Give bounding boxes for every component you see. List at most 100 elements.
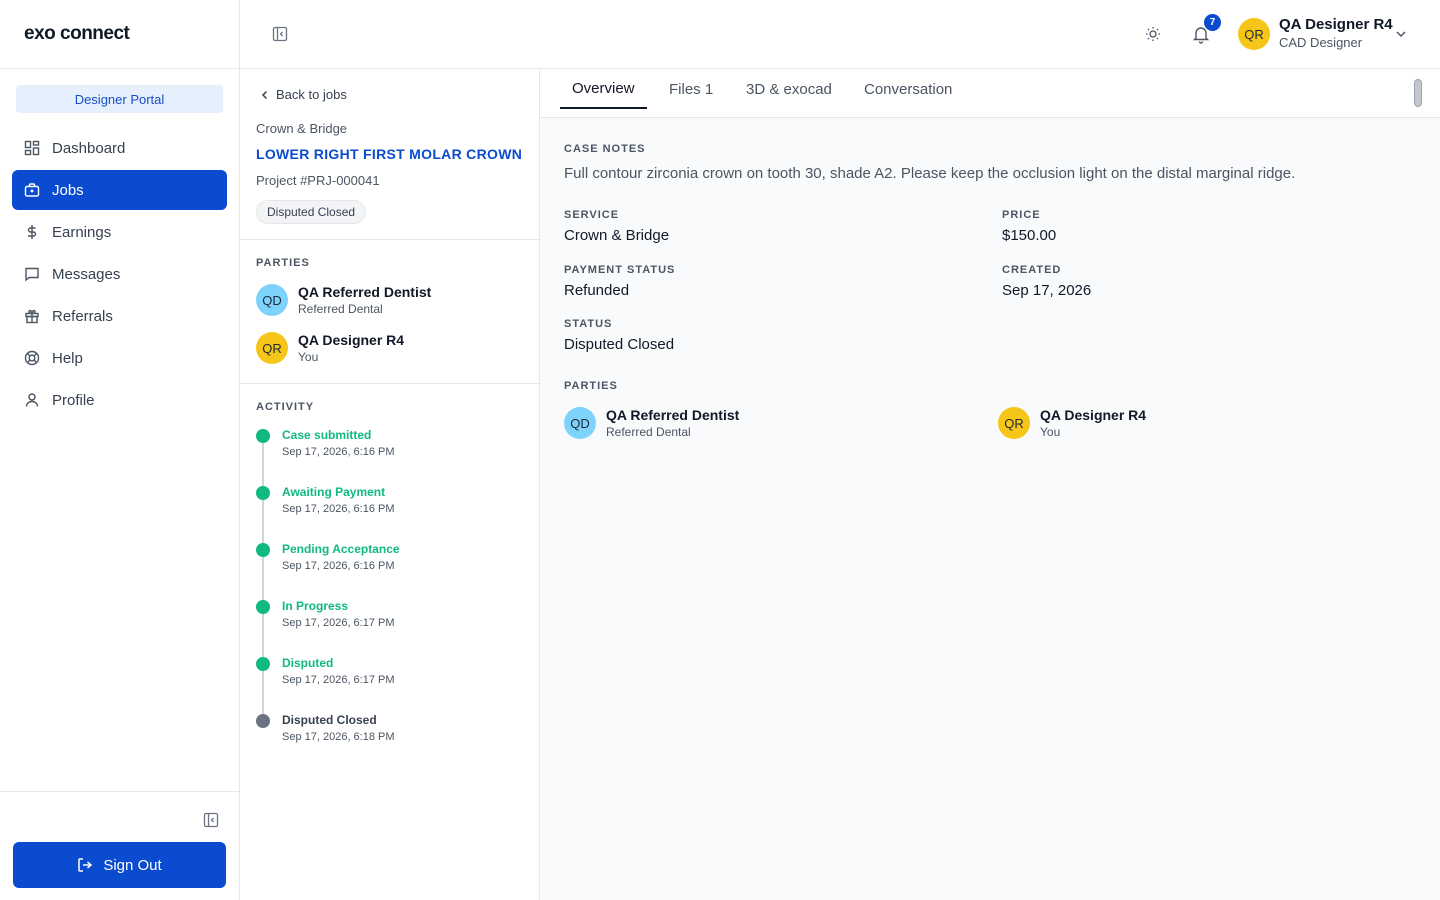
sidebar-item-label: Profile (52, 391, 95, 409)
timeline-title: Awaiting Payment (282, 485, 386, 499)
field-value: Crown & Bridge (564, 227, 670, 244)
sidebar-item-referrals[interactable]: Referrals (12, 296, 227, 336)
timeline-dot (256, 657, 270, 671)
sidebar-toggle-icon[interactable] (272, 26, 288, 42)
activity-timeline: Case submitted Sep 17, 2026, 6:16 PM Awa… (256, 427, 526, 769)
parties-heading: PARTIES (256, 257, 310, 269)
job-title: LOWER RIGHT FIRST MOLAR CROWN (256, 146, 523, 162)
avatar: QR (256, 332, 288, 364)
dashboard-icon (24, 140, 40, 156)
logo-area: exo connect (0, 0, 239, 69)
timeline-item: Awaiting Payment Sep 17, 2026, 6:16 PM (256, 484, 526, 543)
field-value: Disputed Closed (564, 336, 675, 353)
timeline-title: In Progress (282, 599, 349, 613)
sidebar-item-label: Jobs (52, 181, 84, 199)
timeline-title: Case submitted (282, 428, 372, 442)
status-badge: Disputed Closed (256, 200, 367, 224)
sun-icon[interactable] (1144, 25, 1162, 43)
top-bar: 7 QR QA Designer R4 CAD Designer (240, 0, 1440, 69)
sidebar-item-earnings[interactable]: Earnings (12, 212, 227, 252)
avatar: QD (564, 407, 596, 439)
back-to-jobs-link[interactable]: Back to jobs (260, 87, 347, 102)
sidebar: exo connect Designer Portal Dashboard Jo… (0, 0, 240, 900)
party-name: QA Designer R4 (298, 332, 405, 348)
timeline-connector (262, 443, 264, 486)
party-item: QR QA Designer R4 You (998, 406, 1146, 440)
field-label: SERVICE (564, 209, 620, 221)
timeline-dot (256, 600, 270, 614)
user-name[interactable]: QA Designer R4 (1279, 16, 1393, 33)
user-role: CAD Designer (1279, 35, 1363, 50)
divider (240, 239, 539, 240)
timeline-item: Disputed Sep 17, 2026, 6:17 PM (256, 655, 526, 714)
party-name: QA Referred Dentist (298, 284, 432, 300)
party-name: QA Designer R4 (1040, 407, 1147, 423)
party-item: QR QA Designer R4 You (256, 331, 404, 365)
timeline-connector (262, 500, 264, 543)
sidebar-item-label: Earnings (52, 223, 112, 241)
tab-conversation[interactable]: Conversation (852, 69, 964, 110)
party-subtitle: Referred Dental (298, 302, 383, 316)
price-field: PRICE $150.00 (1002, 209, 1056, 244)
tab-files[interactable]: Files 1 (657, 69, 725, 110)
timeline-time: Sep 17, 2026, 6:16 PM (282, 503, 395, 515)
sidebar-item-messages[interactable]: Messages (12, 254, 227, 294)
tab-bar: Overview Files 1 3D & exocad Conversatio… (540, 69, 1440, 118)
field-value: $150.00 (1002, 227, 1057, 244)
portal-badge: Designer Portal (16, 85, 223, 113)
timeline-item: Disputed Closed Sep 17, 2026, 6:18 PM (256, 712, 526, 769)
payment-status-field: PAYMENT STATUS Refunded (564, 264, 675, 299)
party-name: QA Referred Dentist (606, 407, 740, 423)
chevron-down-icon[interactable] (1394, 27, 1408, 41)
created-field: CREATED Sep 17, 2026 (1002, 264, 1091, 299)
party-item: QD QA Referred Dentist Referred Dental (564, 406, 739, 440)
sidebar-collapse-icon[interactable] (203, 812, 219, 828)
sidebar-item-profile[interactable]: Profile (12, 380, 227, 420)
message-icon (24, 266, 40, 282)
field-value: Sep 17, 2026 (1002, 282, 1092, 299)
timeline-time: Sep 17, 2026, 6:17 PM (282, 617, 395, 629)
tab-3d-exocad[interactable]: 3D & exocad (734, 69, 844, 110)
activity-heading: ACTIVITY (256, 401, 315, 413)
status-field: STATUS Disputed Closed (564, 318, 674, 353)
avatar: QR (998, 407, 1030, 439)
sign-out-button[interactable]: Sign Out (13, 842, 226, 888)
field-label: STATUS (564, 318, 613, 330)
timeline-dot (256, 543, 270, 557)
avatar: QD (256, 284, 288, 316)
timeline-item: Pending Acceptance Sep 17, 2026, 6:16 PM (256, 541, 526, 600)
notification-badge: 7 (1204, 14, 1221, 31)
tab-overview[interactable]: Overview (560, 69, 647, 109)
timeline-dot (256, 714, 270, 728)
scrollbar[interactable] (1414, 79, 1422, 107)
timeline-item: In Progress Sep 17, 2026, 6:17 PM (256, 598, 526, 657)
sidebar-item-label: Dashboard (52, 139, 126, 157)
avatar[interactable]: QR (1238, 18, 1270, 50)
sidebar-item-jobs[interactable]: Jobs (12, 170, 227, 210)
sidebar-item-label: Messages (52, 265, 121, 283)
timeline-title: Pending Acceptance (282, 542, 400, 556)
sidebar-item-label: Referrals (52, 307, 113, 325)
parties-heading: PARTIES (564, 380, 618, 392)
back-label: Back to jobs (276, 87, 347, 102)
sidebar-item-dashboard[interactable]: Dashboard (12, 128, 227, 168)
timeline-title: Disputed (282, 656, 334, 670)
timeline-connector (262, 671, 264, 714)
timeline-item: Case submitted Sep 17, 2026, 6:16 PM (256, 427, 526, 486)
briefcase-icon (24, 182, 40, 198)
timeline-time: Sep 17, 2026, 6:18 PM (282, 731, 395, 743)
timeline-time: Sep 17, 2026, 6:16 PM (282, 446, 395, 458)
party-subtitle: You (1040, 425, 1061, 439)
divider (240, 383, 539, 384)
case-notes-text: Full contour zirconia crown on tooth 30,… (564, 165, 1296, 182)
sidebar-item-help[interactable]: Help (12, 338, 227, 378)
chevron-left-icon (260, 90, 270, 100)
sign-out-label: Sign Out (103, 856, 162, 874)
sidebar-item-label: Help (52, 349, 83, 367)
case-notes-heading: CASE NOTES (564, 143, 646, 155)
user-icon (24, 392, 40, 408)
field-label: PAYMENT STATUS (564, 264, 676, 276)
app-logo[interactable]: exo connect (24, 23, 130, 45)
sidebar-nav: Dashboard Jobs Earnings Messages Referra… (12, 128, 227, 422)
job-summary-panel: Back to jobs Crown & Bridge LOWER RIGHT … (240, 69, 540, 900)
